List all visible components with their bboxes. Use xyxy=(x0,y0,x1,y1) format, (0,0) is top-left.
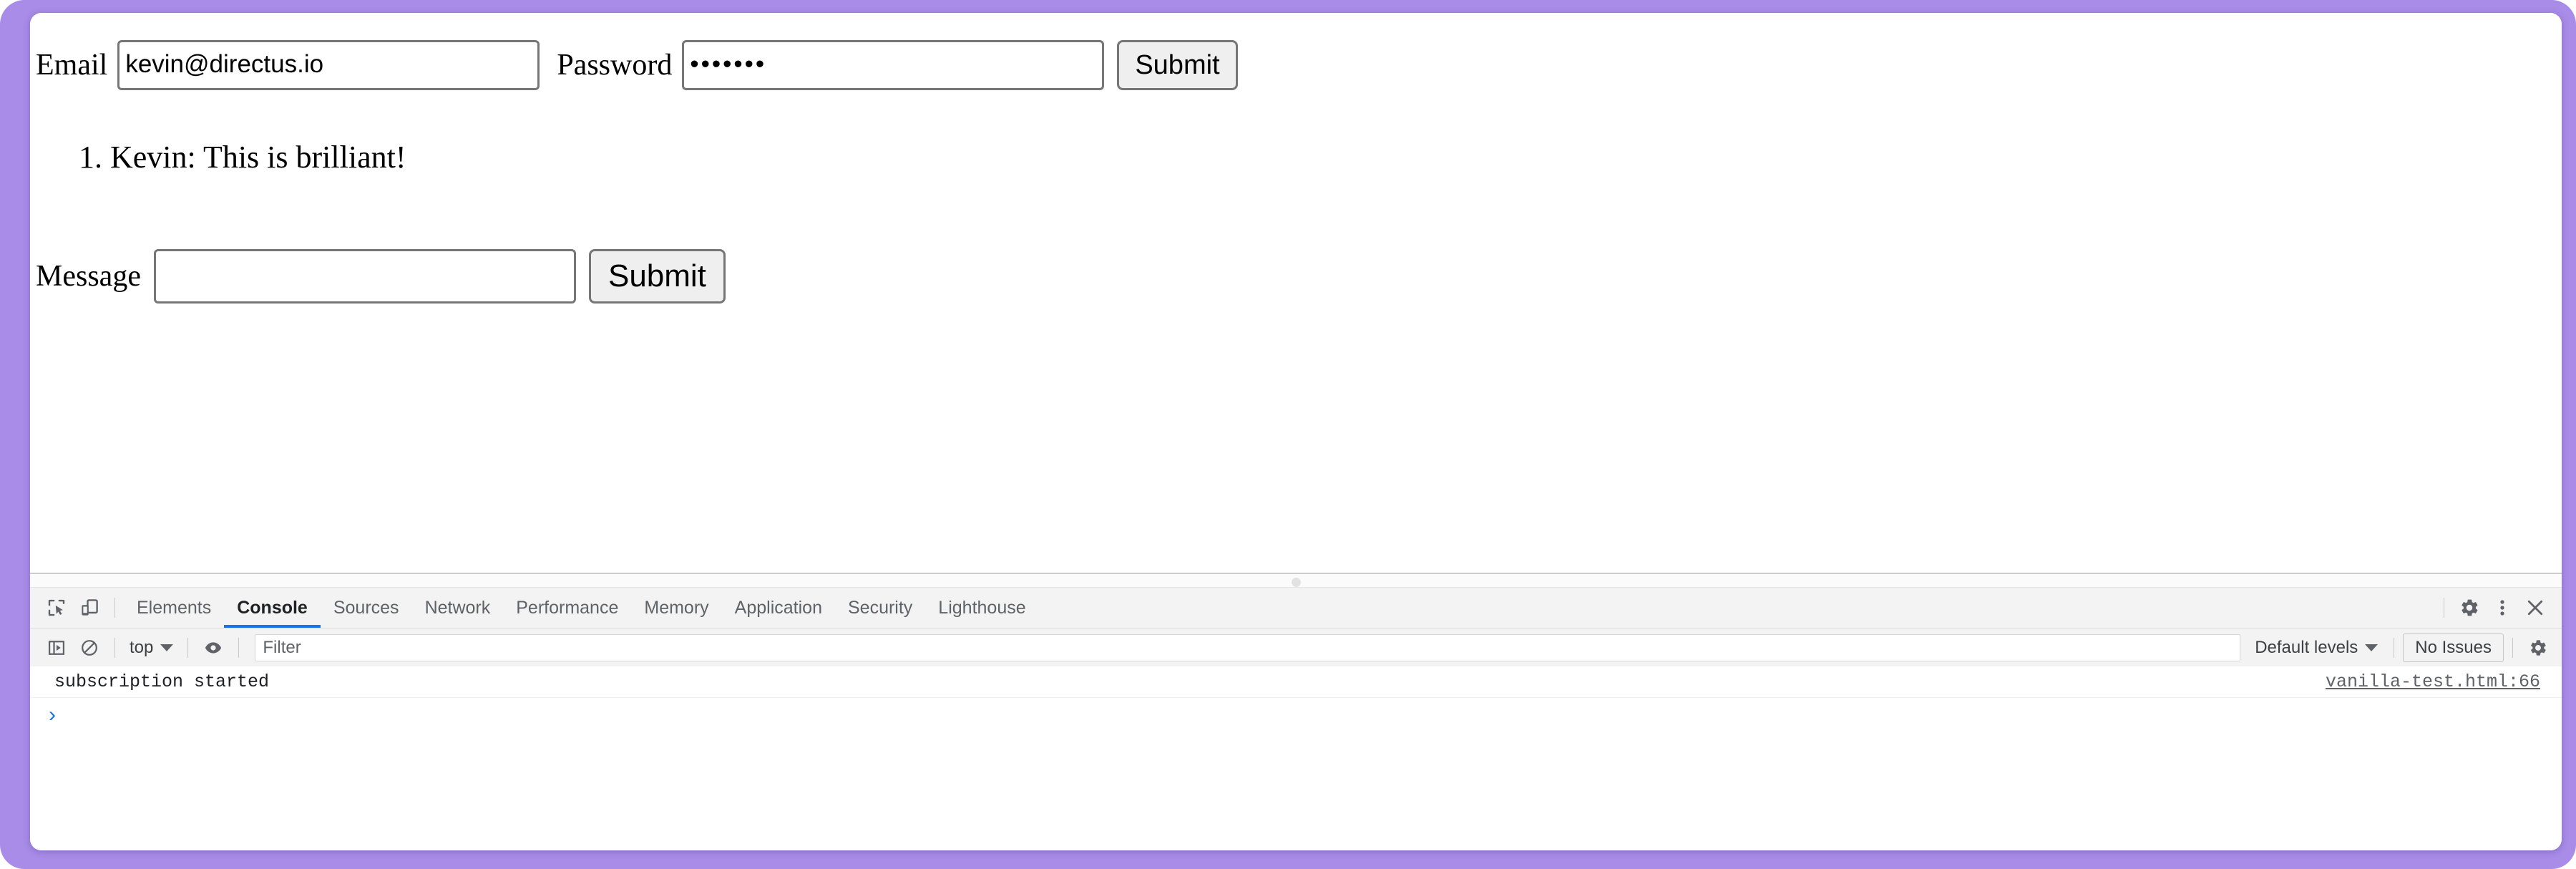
console-log-row[interactable]: subscription started vanilla-test.html:6… xyxy=(30,666,2562,698)
log-levels-selector[interactable]: Default levels xyxy=(2248,638,2385,658)
list-item: Kevin: This is brilliant! xyxy=(110,139,406,176)
email-input[interactable] xyxy=(117,40,540,90)
prompt-chevron-icon: › xyxy=(49,703,56,727)
inspect-element-icon[interactable] xyxy=(40,591,73,624)
login-submit-button[interactable]: Submit xyxy=(1117,40,1238,90)
devtools-panel: Elements Console Sources Network Perform… xyxy=(30,573,2562,850)
execution-context-selector[interactable]: top xyxy=(124,638,179,658)
splitter-handle[interactable] xyxy=(1292,578,1301,587)
console-toolbar-divider-2 xyxy=(187,638,189,658)
close-icon[interactable] xyxy=(2519,591,2552,624)
tab-security[interactable]: Security xyxy=(835,588,925,628)
tab-network[interactable]: Network xyxy=(412,588,504,628)
console-log-message: subscription started xyxy=(54,671,270,692)
console-toolbar: top Default levels No Is xyxy=(30,628,2562,668)
login-form: Email Password Submit xyxy=(36,40,1238,90)
password-label: Password xyxy=(557,49,673,82)
devtools-splitter[interactable] xyxy=(30,574,2562,588)
devtools-tabbar-actions xyxy=(2435,591,2557,624)
console-settings-gear-icon[interactable] xyxy=(2522,631,2555,664)
devtools-tabbar: Elements Console Sources Network Perform… xyxy=(30,588,2562,628)
filter-input[interactable] xyxy=(255,634,2241,661)
device-toolbar-icon[interactable] xyxy=(73,591,106,624)
console-prompt-input[interactable] xyxy=(56,700,2562,730)
message-input[interactable] xyxy=(153,249,576,304)
page-surface: Email Password Submit Kevin: This is bri… xyxy=(30,13,2562,850)
console-toolbar-divider-5 xyxy=(2512,638,2513,658)
tab-sources[interactable]: Sources xyxy=(321,588,412,628)
tab-elements[interactable]: Elements xyxy=(124,588,224,628)
issues-button[interactable]: No Issues xyxy=(2403,633,2504,662)
console-prompt[interactable]: › xyxy=(30,698,2562,732)
message-submit-button[interactable]: Submit xyxy=(588,249,726,304)
live-expression-eye-icon[interactable] xyxy=(197,631,230,664)
clear-console-icon[interactable] xyxy=(73,631,106,664)
console-toolbar-divider-1 xyxy=(114,638,115,658)
tab-console[interactable]: Console xyxy=(224,588,321,628)
page-viewport: Email Password Submit Kevin: This is bri… xyxy=(30,13,2562,573)
messages-list: Kevin: This is brilliant! xyxy=(36,139,406,176)
message-form: Message Submit xyxy=(36,249,726,304)
console-log-source-link[interactable]: vanilla-test.html:66 xyxy=(2326,671,2540,692)
tab-memory[interactable]: Memory xyxy=(631,588,721,628)
message-label: Message xyxy=(36,260,141,293)
tabbar-divider xyxy=(114,598,115,618)
tab-application[interactable]: Application xyxy=(722,588,835,628)
browser-window-frame: Email Password Submit Kevin: This is bri… xyxy=(0,0,2576,869)
chevron-down-icon xyxy=(160,644,174,651)
chevron-down-icon xyxy=(2365,644,2379,651)
password-input[interactable] xyxy=(682,40,1105,90)
console-toolbar-divider-3 xyxy=(238,638,240,658)
execution-context-label: top xyxy=(130,638,154,657)
more-options-icon[interactable] xyxy=(2486,591,2519,624)
log-levels-label: Default levels xyxy=(2255,638,2358,657)
tab-lighthouse[interactable]: Lighthouse xyxy=(925,588,1038,628)
tab-performance[interactable]: Performance xyxy=(503,588,631,628)
email-label: Email xyxy=(36,49,108,82)
console-output: subscription started vanilla-test.html:6… xyxy=(30,666,2562,850)
console-sidebar-icon[interactable] xyxy=(40,631,73,664)
settings-gear-icon[interactable] xyxy=(2453,591,2486,624)
